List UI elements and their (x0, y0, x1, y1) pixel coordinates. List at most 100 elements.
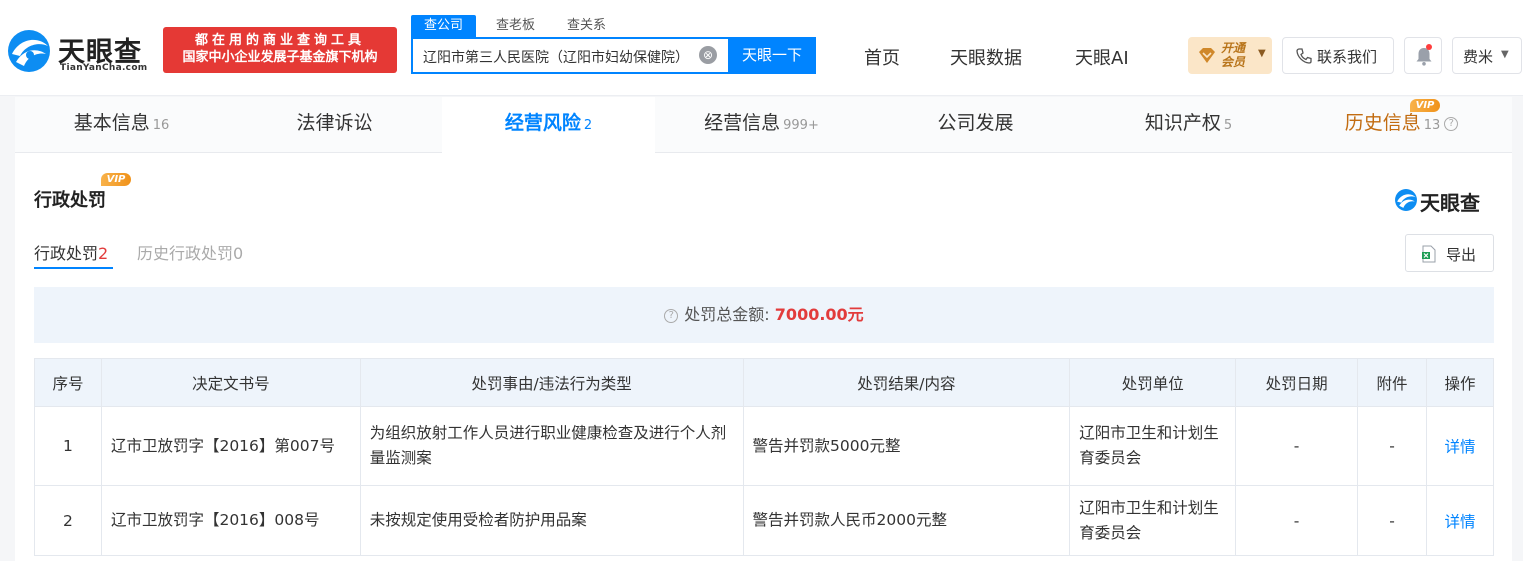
tab-count: 5 (1223, 118, 1233, 133)
nav-ai[interactable]: 天眼AI (1075, 44, 1129, 70)
tab-label: 基本信息 (73, 112, 150, 134)
tab-history[interactable]: 历史信息 13? (1295, 97, 1508, 153)
slogan-banner: 都在用的商业查询工具 国家中小企业发展子基金旗下机构 (163, 27, 397, 73)
cell-doc-number: 辽市卫放罚字【2016】第007号 (100, 406, 361, 486)
cell-attachment: - (1357, 406, 1427, 486)
search-input[interactable]: 辽阳市第三人民医院（辽阳市妇幼保健院） (423, 47, 689, 67)
phone-icon (1296, 48, 1312, 64)
tab-business-info[interactable]: 经营信息 999+ (655, 97, 868, 153)
help-icon[interactable]: ? (1444, 116, 1459, 131)
tab-business-risk[interactable]: 经营风险 2 (442, 97, 655, 153)
logo-domain: TianYanCha.com (60, 63, 148, 73)
cell-attachment: - (1357, 485, 1427, 556)
subtab-label: 历史行政处罚 (137, 244, 234, 263)
active-tab-underline (34, 267, 113, 269)
cell-index: 1 (34, 406, 102, 486)
diamond-icon (1199, 48, 1215, 63)
main-tabs: 基本信息 16 法律诉讼 经营风险 2 经营信息 999+ 公司发展 知识产权 5 历史… (15, 97, 1512, 153)
help-icon[interactable]: ? (664, 308, 679, 323)
vip-open-label: 开通 会员 (1221, 41, 1245, 69)
search-area: 查公司 查老板 查关系 辽阳市第三人民医院（辽阳市妇幼保健院） ⊗ 天眼一下 (411, 15, 816, 75)
tab-count: 13 (1423, 118, 1441, 133)
search-type-tabs: 查公司 查老板 查关系 (411, 15, 626, 37)
cell-date: - (1235, 485, 1359, 556)
search-tab-boss[interactable]: 查老板 (484, 15, 547, 37)
search-tab-relation[interactable]: 查关系 (555, 15, 618, 37)
cell-reason: 未按规定使用受检者防护用品案 (359, 485, 744, 556)
slogan-line1: 都在用的商业查询工具 (194, 33, 365, 48)
caret-down-icon: ▼ (1501, 49, 1509, 60)
tab-count: 16 (152, 118, 170, 133)
contact-button[interactable]: 联系我们 (1282, 37, 1394, 74)
notification-dot (1426, 44, 1432, 50)
user-menu[interactable]: 费米 ▼ (1452, 37, 1522, 74)
cell-unit: 辽阳市卫生和计划生育委员会 (1069, 406, 1237, 486)
tab-basic-info[interactable]: 基本信息 16 (15, 97, 228, 153)
nav-home[interactable]: 首页 (864, 44, 900, 70)
cell-result: 警告并罚款5000元整 (742, 406, 1071, 486)
col-index: 序号 (34, 358, 102, 407)
cell-reason: 为组织放射工作人员进行职业健康检查及进行个人剂量监测案 (359, 406, 744, 486)
slogan-line2: 国家中小企业发展子基金旗下机构 (182, 50, 378, 65)
tab-label: 法律诉讼 (296, 112, 373, 134)
tab-label: 公司发展 (937, 112, 1014, 134)
clear-icon[interactable]: ⊗ (699, 46, 717, 64)
tab-development[interactable]: 公司发展 (869, 97, 1082, 153)
brand-text: 天眼查 (1420, 191, 1480, 215)
tab-label: 知识产权 (1144, 112, 1221, 134)
col-reason: 处罚事由/违法行为类型 (359, 358, 744, 407)
export-button[interactable]: 导出 (1405, 234, 1494, 272)
search-tab-company[interactable]: 查公司 (411, 15, 477, 37)
cell-index: 2 (34, 485, 102, 556)
cell-result: 警告并罚款人民币2000元整 (742, 485, 1071, 556)
logo-eye-icon (1395, 189, 1417, 211)
vip-open-button[interactable]: 开通 会员 ▼ (1188, 37, 1272, 74)
contact-label: 联系我们 (1317, 48, 1378, 66)
cell-date: - (1235, 406, 1359, 486)
search-button[interactable]: 天眼一下 (728, 37, 816, 74)
col-result: 处罚结果/内容 (742, 358, 1071, 407)
subtab-label: 行政处罚 (34, 244, 99, 263)
col-unit: 处罚单位 (1069, 358, 1237, 407)
tab-legal[interactable]: 法律诉讼 (228, 97, 441, 153)
summary-amount: 7000.00元 (774, 305, 864, 324)
vip-open-line1: 开通 (1221, 41, 1246, 55)
user-name: 费米 (1463, 48, 1494, 66)
summary-label: 处罚总金额: (684, 305, 770, 324)
cell-unit: 辽阳市卫生和计划生育委员会 (1069, 485, 1237, 556)
section-title: 行政处罚 (34, 186, 106, 214)
notification-button[interactable] (1404, 37, 1442, 74)
table-header-row: 序号 决定文书号 处罚事由/违法行为类型 处罚结果/内容 处罚单位 处罚日期 附… (34, 358, 1494, 407)
main-card: 基本信息 16 法律诉讼 经营风险 2 经营信息 999+ 公司发展 知识产权 5 历史… (15, 97, 1512, 561)
bell-icon (1416, 48, 1432, 66)
site-logo[interactable]: 天眼查 TianYanCha.com (6, 28, 156, 78)
col-date: 处罚日期 (1235, 358, 1359, 407)
top-header: 天眼查 TianYanCha.com 都在用的商业查询工具 国家中小企业发展子基… (0, 0, 1523, 96)
table-row: 2 辽市卫放罚字【2016】008号 未按规定使用受检者防护用品案 警告并罚款人… (34, 485, 1494, 556)
tab-count: 2 (583, 118, 593, 133)
penalty-summary: ? 处罚总金额: 7000.00元 (34, 287, 1494, 343)
detail-link[interactable]: 详情 (1426, 485, 1494, 556)
subtab-count: 2 (98, 244, 109, 263)
tab-label: 历史信息 (1344, 112, 1421, 134)
search-box: 辽阳市第三人民医院（辽阳市妇幼保健院） ⊗ 天眼一下 (411, 37, 816, 74)
cell-doc-number: 辽市卫放罚字【2016】008号 (100, 485, 361, 556)
excel-icon (1422, 245, 1436, 263)
penalty-table: 序号 决定文书号 处罚事由/违法行为类型 处罚结果/内容 处罚单位 处罚日期 附… (34, 358, 1494, 556)
vip-badge: VIP (1410, 99, 1440, 112)
export-label: 导出 (1446, 246, 1477, 264)
tab-label: 经营信息 (704, 112, 781, 134)
subtab-admin-penalty[interactable]: 行政处罚2 (34, 240, 108, 264)
table-row: 1 辽市卫放罚字【2016】第007号 为组织放射工作人员进行职业健康检查及进行… (34, 406, 1494, 486)
vip-badge: VIP (101, 173, 131, 186)
tab-ip[interactable]: 知识产权 5 (1082, 97, 1295, 153)
tab-label: 经营风险 (504, 112, 581, 134)
logo-eye-icon (8, 30, 50, 72)
subtab-history-penalty[interactable]: 历史行政处罚0 (137, 240, 243, 264)
detail-link[interactable]: 详情 (1426, 406, 1494, 486)
nav-data[interactable]: 天眼数据 (950, 44, 1022, 70)
tab-count: 999+ (783, 118, 819, 133)
subtab-count: 0 (233, 244, 244, 263)
caret-down-icon: ▼ (1258, 48, 1266, 59)
col-doc-number: 决定文书号 (100, 358, 361, 407)
